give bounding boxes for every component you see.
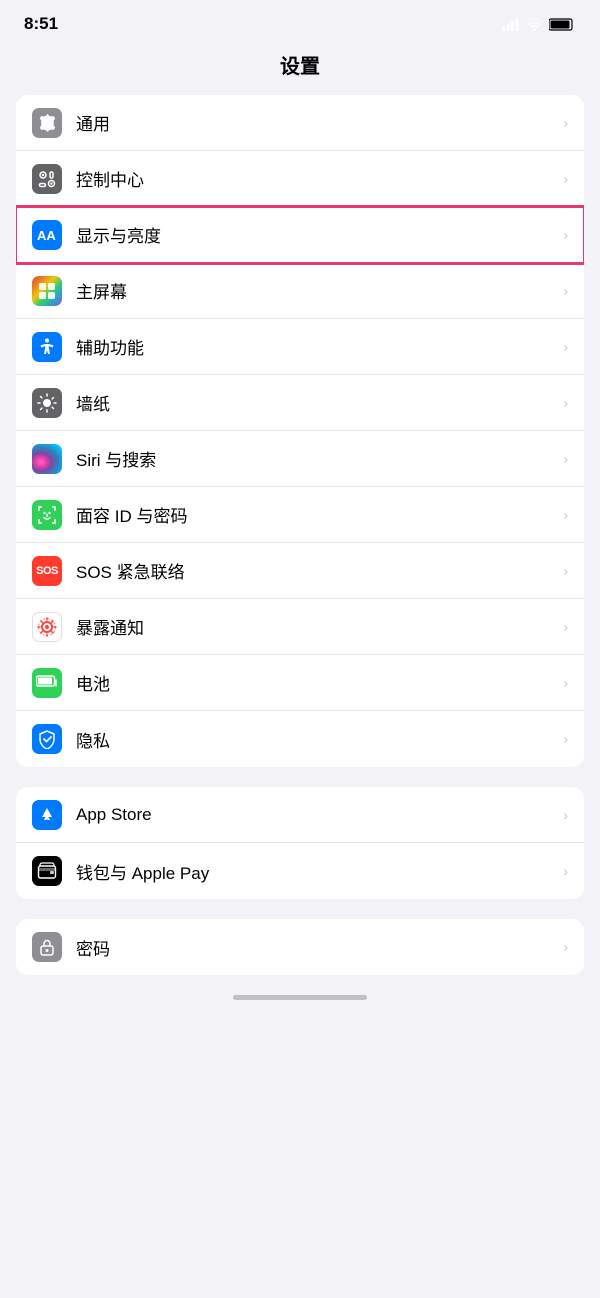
- wallet-icon: [32, 856, 62, 886]
- display-chevron: ›: [563, 227, 568, 243]
- siri-label: Siri 与搜索: [76, 446, 555, 471]
- battery-settings-icon: [32, 668, 62, 698]
- privacy-icon: [32, 724, 62, 754]
- list-item-faceid[interactable]: 面容 ID 与密码 ›: [16, 487, 584, 543]
- display-icon: AA: [32, 220, 62, 250]
- list-item-general[interactable]: 通用 ›: [16, 95, 584, 151]
- section-2: App Store › 钱包与 Apple Pay ›: [0, 787, 600, 899]
- home-indicator: [233, 995, 367, 1000]
- sos-text: SOS: [36, 565, 58, 577]
- status-icons: [502, 18, 576, 31]
- list-item-siri[interactable]: Siri 与搜索 ›: [16, 431, 584, 487]
- list-item-control[interactable]: 控制中心 ›: [16, 151, 584, 207]
- signal-icon: [502, 18, 520, 31]
- wifi-icon: [526, 18, 543, 31]
- control-chevron: ›: [563, 171, 568, 187]
- wallpaper-icon: [32, 388, 62, 418]
- home-icon: [32, 276, 62, 306]
- list-item-accessibility[interactable]: 辅助功能 ›: [16, 319, 584, 375]
- general-icon: [32, 108, 62, 138]
- list-item-home[interactable]: 主屏幕 ›: [16, 263, 584, 319]
- general-label: 通用: [76, 110, 555, 135]
- privacy-chevron: ›: [563, 731, 568, 747]
- list-item-display[interactable]: AA 显示与亮度 ›: [16, 207, 584, 263]
- wallet-label: 钱包与 Apple Pay: [76, 859, 555, 884]
- privacy-label: 隐私: [76, 727, 555, 752]
- control-icon: [32, 164, 62, 194]
- sos-label: SOS 紧急联络: [76, 558, 555, 583]
- status-bar: 8:51: [0, 0, 600, 42]
- page-title: 设置: [0, 42, 600, 95]
- accessibility-label: 辅助功能: [76, 334, 555, 359]
- list-item-exposure[interactable]: 暴露通知 ›: [16, 599, 584, 655]
- faceid-label: 面容 ID 与密码: [76, 502, 555, 527]
- section-1: 通用 › 控制中心 › AA: [0, 95, 600, 767]
- list-item-passwords[interactable]: 密码 ›: [16, 919, 584, 975]
- section-3: 密码 ›: [0, 919, 600, 975]
- exposure-icon: [32, 612, 62, 642]
- home-chevron: ›: [563, 283, 568, 299]
- battery-icon: [549, 18, 576, 31]
- battery-chevron: ›: [563, 675, 568, 691]
- accessibility-icon: [32, 332, 62, 362]
- passwords-label: 密码: [76, 935, 555, 960]
- list-item-appstore[interactable]: App Store ›: [16, 787, 584, 843]
- list-item-privacy[interactable]: 隐私 ›: [16, 711, 584, 767]
- faceid-chevron: ›: [563, 507, 568, 523]
- appstore-chevron: ›: [563, 807, 568, 823]
- exposure-label: 暴露通知: [76, 614, 555, 639]
- status-time: 8:51: [24, 14, 58, 34]
- list-item-sos[interactable]: SOS SOS 紧急联络 ›: [16, 543, 584, 599]
- appstore-label: App Store: [76, 805, 555, 825]
- passwords-icon: [32, 932, 62, 962]
- siri-chevron: ›: [563, 451, 568, 467]
- wallpaper-chevron: ›: [563, 395, 568, 411]
- home-label: 主屏幕: [76, 278, 555, 303]
- list-item-battery[interactable]: 电池 ›: [16, 655, 584, 711]
- list-group-3: 密码 ›: [16, 919, 584, 975]
- sos-chevron: ›: [563, 563, 568, 579]
- list-item-wallpaper[interactable]: 墙纸 ›: [16, 375, 584, 431]
- list-group-1: 通用 › 控制中心 › AA: [16, 95, 584, 767]
- exposure-chevron: ›: [563, 619, 568, 635]
- passwords-chevron: ›: [563, 939, 568, 955]
- control-label: 控制中心: [76, 166, 555, 191]
- accessibility-chevron: ›: [563, 339, 568, 355]
- faceid-icon-bg: [32, 500, 62, 530]
- appstore-icon: [32, 800, 62, 830]
- list-group-2: App Store › 钱包与 Apple Pay ›: [16, 787, 584, 899]
- wallet-chevron: ›: [563, 863, 568, 879]
- siri-icon: [32, 444, 62, 474]
- wallpaper-label: 墙纸: [76, 390, 555, 415]
- svg-text:AA: AA: [37, 228, 56, 243]
- display-label: 显示与亮度: [76, 222, 555, 247]
- battery-label: 电池: [76, 670, 555, 695]
- list-item-wallet[interactable]: 钱包与 Apple Pay ›: [16, 843, 584, 899]
- general-chevron: ›: [563, 115, 568, 131]
- sos-icon: SOS: [32, 556, 62, 586]
